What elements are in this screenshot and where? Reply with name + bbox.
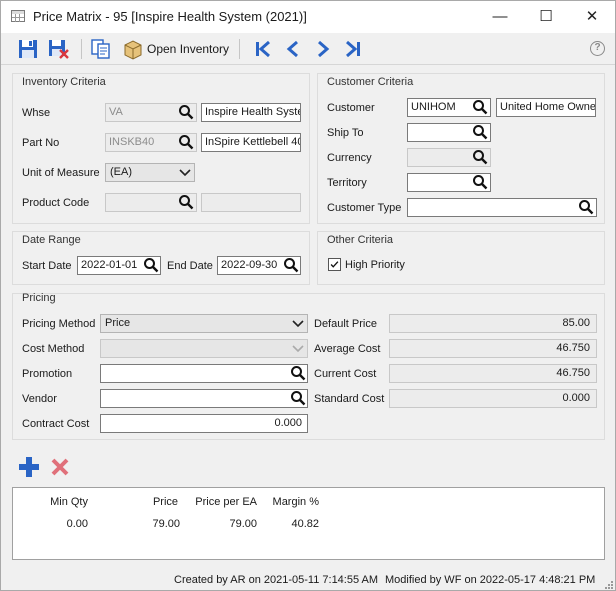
search-icon[interactable] (178, 104, 194, 120)
next-record-icon[interactable] (313, 39, 333, 59)
inventory-criteria-title: Inventory Criteria (22, 76, 106, 88)
contract-cost-label: Contract Cost (22, 418, 90, 430)
end-date-label: End Date (167, 260, 213, 272)
minimize-button[interactable]: — (477, 1, 523, 33)
save-icon[interactable] (18, 38, 38, 60)
pricing-method-select[interactable]: Price (100, 314, 308, 333)
unit-of-measure-label: Unit of Measure (22, 167, 100, 179)
ship-to-label: Ship To (327, 127, 364, 139)
current-cost-value: 46.750 (389, 364, 597, 383)
help-icon[interactable]: ? (590, 41, 605, 56)
default-price-label: Default Price (314, 318, 377, 330)
grid-app-icon (11, 10, 25, 22)
search-icon[interactable] (472, 99, 488, 115)
add-icon[interactable] (18, 456, 40, 478)
first-record-icon[interactable] (253, 39, 273, 59)
modified-by-text: Modified by WF on 2022-05-17 4:48:21 PM (385, 574, 596, 586)
pricing-method-value: Price (105, 317, 131, 329)
customer-criteria-title: Customer Criteria (327, 76, 414, 88)
product-code-label: Product Code (22, 197, 90, 209)
column-header-price[interactable]: Price (103, 496, 178, 508)
cell-price-per-ea[interactable]: 79.00 (183, 518, 257, 530)
part-description-field[interactable]: InSpire Kettlebell 40 (201, 133, 301, 152)
toolbar-separator (239, 39, 240, 59)
pricing-method-label: Pricing Method (22, 318, 96, 330)
high-priority-label[interactable]: High Priority (345, 259, 405, 271)
contract-cost-field[interactable]: 0.000 (100, 414, 308, 433)
customer-name-field[interactable]: United Home Owner (496, 98, 596, 117)
price-matrix-window: Price Matrix - 95 [Inspire Health System… (0, 0, 616, 591)
chevron-down-icon (292, 345, 304, 353)
customer-label: Customer (327, 102, 375, 114)
unit-of-measure-select[interactable]: (EA) (105, 163, 195, 182)
created-by-text: Created by AR on 2021-05-11 7:14:55 AM (174, 574, 379, 586)
toolbar-separator (81, 39, 82, 59)
vendor-field[interactable] (100, 389, 308, 408)
search-icon[interactable] (578, 199, 594, 215)
last-record-icon[interactable] (343, 39, 363, 59)
part-no-label: Part No (22, 137, 60, 149)
save-close-icon[interactable] (48, 38, 70, 60)
search-icon[interactable] (178, 194, 194, 210)
search-icon[interactable] (472, 149, 488, 165)
search-icon[interactable] (178, 134, 194, 150)
date-range-title: Date Range (22, 234, 81, 246)
column-header-min-qty[interactable]: Min Qty (23, 496, 88, 508)
search-icon[interactable] (283, 257, 299, 273)
whse-name-field[interactable]: Inspire Health Syste (201, 103, 301, 122)
title-bar: Price Matrix - 95 [Inspire Health System… (1, 1, 615, 33)
chevron-down-icon (179, 169, 191, 177)
other-criteria-title: Other Criteria (327, 234, 394, 246)
standard-cost-label: Standard Cost (314, 393, 385, 405)
whse-label: Whse (22, 107, 51, 119)
unit-of-measure-value: (EA) (110, 166, 132, 178)
cell-min-qty[interactable]: 0.00 (23, 518, 88, 530)
customer-type-field[interactable] (407, 198, 597, 217)
column-header-margin[interactable]: Margin % (263, 496, 319, 508)
status-bar: Created by AR on 2021-05-11 7:14:55 AM M… (1, 569, 615, 591)
previous-record-icon[interactable] (283, 39, 303, 59)
standard-cost-value: 0.000 (389, 389, 597, 408)
cell-margin[interactable]: 40.82 (263, 518, 319, 530)
toolbar: Open Inventory ? (1, 33, 615, 65)
currency-label: Currency (327, 152, 372, 164)
cell-price[interactable]: 79.00 (103, 518, 180, 530)
vendor-label: Vendor (22, 393, 57, 405)
search-icon[interactable] (472, 124, 488, 140)
pricing-title: Pricing (22, 292, 56, 304)
window-title: Price Matrix - 95 [Inspire Health System… (33, 9, 307, 24)
open-inventory-button[interactable]: Open Inventory (147, 42, 229, 56)
current-cost-label: Current Cost (314, 368, 377, 380)
copy-icon[interactable] (90, 38, 112, 60)
high-priority-checkbox[interactable] (328, 258, 341, 271)
column-header-price-per-ea[interactable]: Price per EA (183, 496, 257, 508)
average-cost-value: 46.750 (389, 339, 597, 358)
box-icon[interactable] (123, 38, 143, 60)
start-date-label: Start Date (22, 260, 72, 272)
promotion-label: Promotion (22, 368, 73, 380)
search-icon[interactable] (143, 257, 159, 273)
search-icon[interactable] (290, 390, 306, 406)
chevron-down-icon (292, 320, 304, 328)
promotion-field[interactable] (100, 364, 308, 383)
close-button[interactable]: ✕ (569, 1, 615, 33)
product-code-description-field[interactable] (201, 193, 301, 212)
default-price-value: 85.00 (389, 314, 597, 333)
average-cost-label: Average Cost (314, 343, 381, 355)
cost-method-select[interactable] (100, 339, 308, 358)
territory-label: Territory (327, 177, 367, 189)
cost-method-label: Cost Method (22, 343, 85, 355)
resize-grip-icon[interactable] (603, 579, 613, 589)
delete-icon[interactable] (50, 457, 70, 477)
maximize-button[interactable]: ☐ (523, 1, 569, 33)
customer-type-label: Customer Type (327, 202, 402, 214)
price-break-grid: Min Qty Price Price per EA Margin % 0.00… (12, 487, 605, 560)
search-icon[interactable] (472, 174, 488, 190)
search-icon[interactable] (290, 365, 306, 381)
